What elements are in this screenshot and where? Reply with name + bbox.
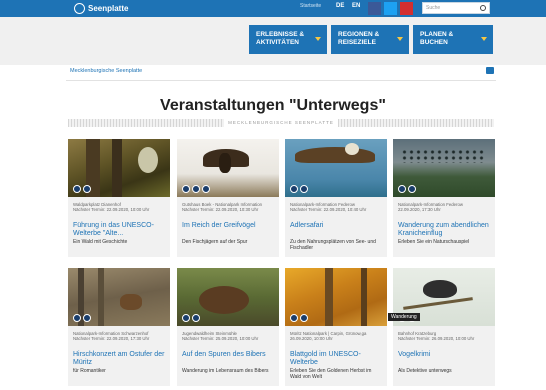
hiking-icon [73,185,81,193]
event-description: Den Fischjägern auf der Spur [182,239,248,245]
site-logo[interactable]: Seenplatte [74,1,128,15]
event-location: Waldparkplatz Dianenhof Nächster Termin:… [73,202,167,212]
nav-regionen-reiseziele[interactable]: REGIONEN & REISEZIELE [331,25,409,54]
topbar-link[interactable]: Startseite [300,3,321,9]
event-title-link[interactable]: Führung in das UNESCO-Welterbe "Alte... [73,222,167,238]
event-date: 26.09.2020, 10:00 Uhr [290,336,333,341]
search-icon[interactable] [480,5,486,11]
page-subtitle: MECKLENBURGISCHE SEENPLATTE [224,119,338,127]
twitter-icon[interactable] [384,2,397,15]
hiking-icon [290,185,298,193]
hiking-icon [182,185,190,193]
guided-tour-icon [83,185,91,193]
hiking-icon [290,314,298,322]
guided-tour-icon [202,185,210,193]
hiking-icon [182,314,190,322]
event-date: Nächster Termin: 22.09.2020, 17:30 Uhr [73,336,150,341]
event-location: Nationalpark-Information Federow Nächste… [290,202,384,212]
lang-de-link[interactable]: DE [336,3,344,9]
guided-tour-icon [408,185,416,193]
chevron-down-icon [481,37,487,41]
event-location: Bahnhof Kratzeburg Nächster Termin: 26.0… [398,331,492,341]
divider [66,80,496,81]
page-title: Veranstaltungen "Unterwegs" [160,97,386,114]
event-card[interactable]: Gutshaus Boek - Nationalpark Information… [177,139,279,257]
event-description: Zu den Nahrungsplätzen von See- und Fisc… [290,239,376,251]
event-date: Nächster Termin: 25.09.2020, 10:00 Uhr [182,336,259,341]
facebook-icon[interactable] [368,2,381,15]
event-location: Jugendwaldheim Steinmühle Nächster Termi… [182,331,276,341]
event-location: Müritz Nationalpark | Carpin, Grünow,ga … [290,331,384,341]
event-date: Nächster Termin: 22.09.2020, 10:30 Uhr [182,207,259,212]
hiking-tooltip: Wanderung [388,313,420,321]
chevron-down-icon [397,37,403,41]
guided-tour-icon [300,185,308,193]
guided-tour-icon [300,314,308,322]
event-location: Nationalpark-Information Schwarzenhof Nä… [73,331,167,341]
youtube-icon[interactable] [400,2,413,15]
event-card[interactable]: Bahnhof Kratzeburg Nächster Termin: 26.0… [393,268,495,386]
hiking-icon [398,185,406,193]
event-description: Als Detektive unterwegs [398,368,452,374]
event-title-link[interactable]: Hirschkonzert am Ostufer der Müritz [73,351,167,367]
event-title-link[interactable]: Vogelkrimi [398,351,492,359]
main-navigation: ERLEBNISSE & AKTIVITÄTEN REGIONEN & REIS… [0,17,546,65]
event-description: für Romantiker [73,368,106,374]
guided-tour-icon [83,314,91,322]
nav-planen-buchen[interactable]: PLANEN & BUCHEN [413,25,493,54]
event-title-link[interactable]: Auf den Spuren des Bibers [182,351,276,359]
event-date: 22.09.2020, 17:30 Uhr [398,207,441,212]
event-date: Nächster Termin: 22.09.2020, 10:00 Uhr [73,207,150,212]
binoculars-icon [192,185,200,193]
event-title-link[interactable]: Wanderung zum abendlichen Kranicheinflug [398,222,492,238]
event-description: Ein Wald mit Geschichte [73,239,128,245]
event-card[interactable]: Müritz Nationalpark | Carpin, Grünow,ga … [285,268,387,386]
guided-tour-icon [192,314,200,322]
chevron-down-icon [315,37,321,41]
event-card[interactable]: Waldparkplatz Dianenhof Nächster Termin:… [68,139,170,257]
event-description: Erleben Sie ein Naturschauspiel [398,239,470,245]
logo-text: Seenplatte [88,3,129,13]
event-location: Nationalpark-Information Federow 22.09.2… [398,202,492,212]
event-card[interactable]: Jugendwaldheim Steinmühle Nächster Termi… [177,268,279,386]
event-description: Wanderung im Lebensraum des Bibers [182,368,269,374]
event-date: Nächster Termin: 26.09.2020, 10:00 Uhr [398,336,475,341]
event-card[interactable]: Nationalpark-Information Federow Nächste… [285,139,387,257]
breadcrumb[interactable]: Mecklenburgische Seenplatte [70,68,142,74]
hiking-icon [73,314,81,322]
lang-en-link[interactable]: EN [352,3,360,9]
top-bar: Seenplatte Startseite DE EN Suche [0,0,546,17]
event-title-link[interactable]: Adlersafari [290,222,384,230]
print-icon[interactable] [486,67,494,74]
event-description: Erleben Sie den Goldenen Herbst im Wald … [290,368,372,380]
search-input[interactable]: Suche [422,2,490,14]
event-title-link[interactable]: Im Reich der Greifvögel [182,222,276,230]
event-card[interactable]: Nationalpark-Information Federow 22.09.2… [393,139,495,257]
event-date: Nächster Termin: 22.09.2020, 10:40 Uhr [290,207,367,212]
search-placeholder: Suche [426,5,441,11]
nav-erlebnisse-aktivitaeten[interactable]: ERLEBNISSE & AKTIVITÄTEN [249,25,327,54]
event-card[interactable]: Nationalpark-Information Schwarzenhof Nä… [68,268,170,386]
logo-icon [74,2,85,14]
event-title-link[interactable]: Blattgold im UNESCO-Welterbe [290,351,384,367]
event-location: Gutshaus Boek - Nationalpark Information… [182,202,276,212]
